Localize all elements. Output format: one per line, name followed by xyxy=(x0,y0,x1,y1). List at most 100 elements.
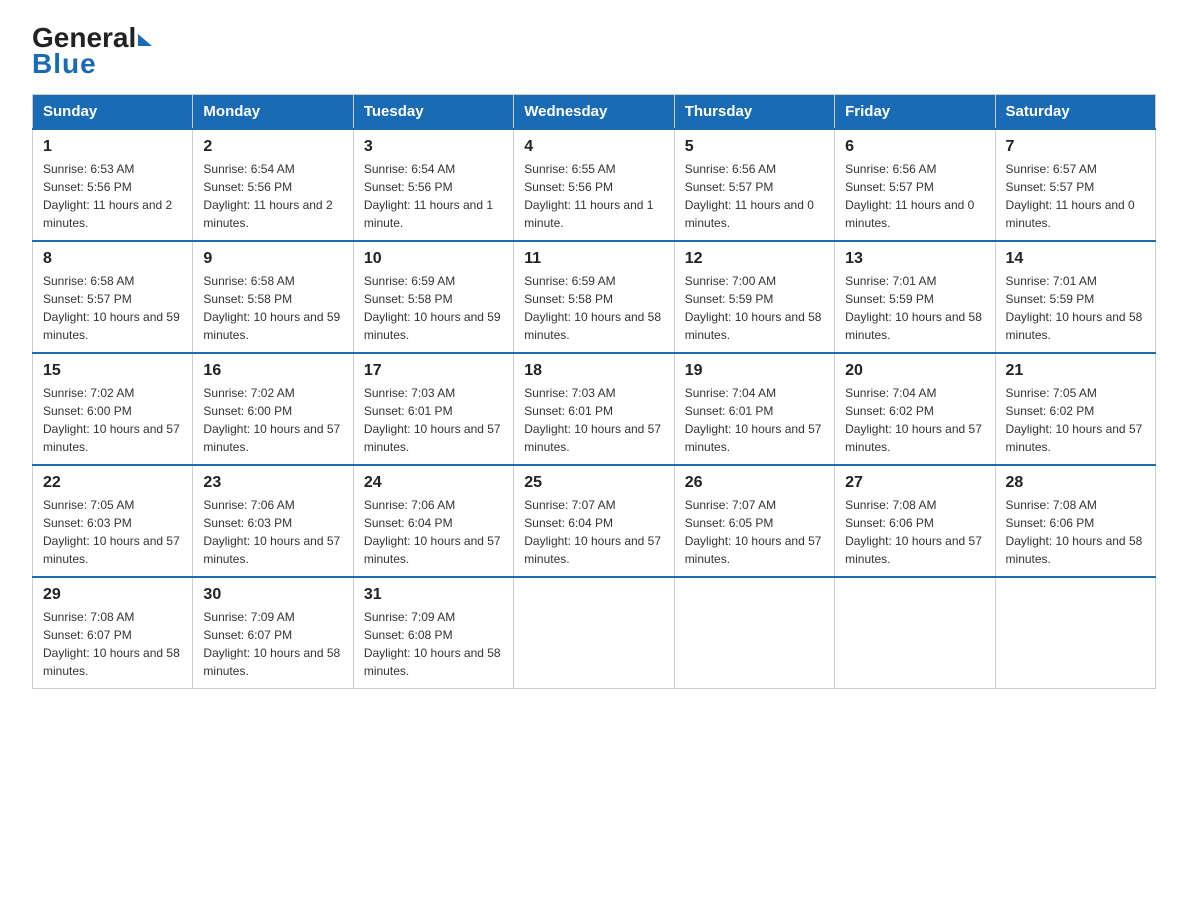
day-info: Sunrise: 7:02 AMSunset: 6:00 PMDaylight:… xyxy=(43,386,180,454)
day-info: Sunrise: 7:05 AMSunset: 6:03 PMDaylight:… xyxy=(43,498,180,566)
calendar-cell: 21 Sunrise: 7:05 AMSunset: 6:02 PMDaylig… xyxy=(995,353,1155,465)
day-number: 10 xyxy=(364,250,503,268)
day-number: 17 xyxy=(364,362,503,380)
day-number: 7 xyxy=(1006,138,1145,156)
calendar-cell: 31 Sunrise: 7:09 AMSunset: 6:08 PMDaylig… xyxy=(353,577,513,689)
calendar-cell: 6 Sunrise: 6:56 AMSunset: 5:57 PMDayligh… xyxy=(835,129,995,241)
day-info: Sunrise: 7:04 AMSunset: 6:02 PMDaylight:… xyxy=(845,386,982,454)
calendar-cell: 2 Sunrise: 6:54 AMSunset: 5:56 PMDayligh… xyxy=(193,129,353,241)
calendar-cell: 19 Sunrise: 7:04 AMSunset: 6:01 PMDaylig… xyxy=(674,353,834,465)
calendar-cell: 22 Sunrise: 7:05 AMSunset: 6:03 PMDaylig… xyxy=(33,465,193,577)
day-info: Sunrise: 7:00 AMSunset: 5:59 PMDaylight:… xyxy=(685,274,822,342)
calendar-cell: 20 Sunrise: 7:04 AMSunset: 6:02 PMDaylig… xyxy=(835,353,995,465)
calendar-cell: 14 Sunrise: 7:01 AMSunset: 5:59 PMDaylig… xyxy=(995,241,1155,353)
calendar-cell: 4 Sunrise: 6:55 AMSunset: 5:56 PMDayligh… xyxy=(514,129,674,241)
day-info: Sunrise: 6:58 AMSunset: 5:58 PMDaylight:… xyxy=(203,274,340,342)
calendar-cell: 15 Sunrise: 7:02 AMSunset: 6:00 PMDaylig… xyxy=(33,353,193,465)
calendar-cell: 18 Sunrise: 7:03 AMSunset: 6:01 PMDaylig… xyxy=(514,353,674,465)
day-number: 27 xyxy=(845,474,984,492)
day-number: 12 xyxy=(685,250,824,268)
calendar-cell: 1 Sunrise: 6:53 AMSunset: 5:56 PMDayligh… xyxy=(33,129,193,241)
column-header-saturday: Saturday xyxy=(995,95,1155,130)
header: General Blue xyxy=(32,24,1156,78)
day-info: Sunrise: 7:03 AMSunset: 6:01 PMDaylight:… xyxy=(524,386,661,454)
column-header-friday: Friday xyxy=(835,95,995,130)
calendar-cell: 13 Sunrise: 7:01 AMSunset: 5:59 PMDaylig… xyxy=(835,241,995,353)
calendar-cell xyxy=(995,577,1155,689)
day-number: 3 xyxy=(364,138,503,156)
day-number: 13 xyxy=(845,250,984,268)
day-number: 4 xyxy=(524,138,663,156)
day-info: Sunrise: 7:07 AMSunset: 6:04 PMDaylight:… xyxy=(524,498,661,566)
column-header-monday: Monday xyxy=(193,95,353,130)
day-info: Sunrise: 7:06 AMSunset: 6:03 PMDaylight:… xyxy=(203,498,340,566)
calendar-cell: 30 Sunrise: 7:09 AMSunset: 6:07 PMDaylig… xyxy=(193,577,353,689)
day-number: 18 xyxy=(524,362,663,380)
week-row-3: 15 Sunrise: 7:02 AMSunset: 6:00 PMDaylig… xyxy=(33,353,1156,465)
calendar-cell: 10 Sunrise: 6:59 AMSunset: 5:58 PMDaylig… xyxy=(353,241,513,353)
day-number: 24 xyxy=(364,474,503,492)
calendar-table: SundayMondayTuesdayWednesdayThursdayFrid… xyxy=(32,94,1156,689)
day-number: 25 xyxy=(524,474,663,492)
day-info: Sunrise: 6:56 AMSunset: 5:57 PMDaylight:… xyxy=(845,162,974,230)
day-number: 8 xyxy=(43,250,182,268)
day-info: Sunrise: 7:06 AMSunset: 6:04 PMDaylight:… xyxy=(364,498,501,566)
calendar-cell: 23 Sunrise: 7:06 AMSunset: 6:03 PMDaylig… xyxy=(193,465,353,577)
day-number: 11 xyxy=(524,250,663,268)
day-number: 31 xyxy=(364,586,503,604)
calendar-cell xyxy=(835,577,995,689)
calendar-cell xyxy=(514,577,674,689)
day-number: 6 xyxy=(845,138,984,156)
calendar-cell: 3 Sunrise: 6:54 AMSunset: 5:56 PMDayligh… xyxy=(353,129,513,241)
day-info: Sunrise: 7:04 AMSunset: 6:01 PMDaylight:… xyxy=(685,386,822,454)
day-number: 14 xyxy=(1006,250,1145,268)
day-info: Sunrise: 6:59 AMSunset: 5:58 PMDaylight:… xyxy=(524,274,661,342)
calendar-cell: 8 Sunrise: 6:58 AMSunset: 5:57 PMDayligh… xyxy=(33,241,193,353)
day-number: 30 xyxy=(203,586,342,604)
calendar-cell: 12 Sunrise: 7:00 AMSunset: 5:59 PMDaylig… xyxy=(674,241,834,353)
day-number: 26 xyxy=(685,474,824,492)
calendar-cell: 5 Sunrise: 6:56 AMSunset: 5:57 PMDayligh… xyxy=(674,129,834,241)
day-info: Sunrise: 7:09 AMSunset: 6:08 PMDaylight:… xyxy=(364,610,501,678)
day-number: 23 xyxy=(203,474,342,492)
day-info: Sunrise: 6:57 AMSunset: 5:57 PMDaylight:… xyxy=(1006,162,1135,230)
calendar-cell: 28 Sunrise: 7:08 AMSunset: 6:06 PMDaylig… xyxy=(995,465,1155,577)
week-row-1: 1 Sunrise: 6:53 AMSunset: 5:56 PMDayligh… xyxy=(33,129,1156,241)
week-row-4: 22 Sunrise: 7:05 AMSunset: 6:03 PMDaylig… xyxy=(33,465,1156,577)
day-info: Sunrise: 7:02 AMSunset: 6:00 PMDaylight:… xyxy=(203,386,340,454)
day-number: 5 xyxy=(685,138,824,156)
calendar-cell: 26 Sunrise: 7:07 AMSunset: 6:05 PMDaylig… xyxy=(674,465,834,577)
column-header-sunday: Sunday xyxy=(33,95,193,130)
day-info: Sunrise: 7:01 AMSunset: 5:59 PMDaylight:… xyxy=(1006,274,1143,342)
day-info: Sunrise: 6:54 AMSunset: 5:56 PMDaylight:… xyxy=(364,162,493,230)
logo: General Blue xyxy=(32,24,152,78)
day-info: Sunrise: 7:07 AMSunset: 6:05 PMDaylight:… xyxy=(685,498,822,566)
day-number: 22 xyxy=(43,474,182,492)
calendar-cell: 17 Sunrise: 7:03 AMSunset: 6:01 PMDaylig… xyxy=(353,353,513,465)
column-header-tuesday: Tuesday xyxy=(353,95,513,130)
day-info: Sunrise: 7:08 AMSunset: 6:06 PMDaylight:… xyxy=(845,498,982,566)
calendar-cell: 16 Sunrise: 7:02 AMSunset: 6:00 PMDaylig… xyxy=(193,353,353,465)
day-number: 9 xyxy=(203,250,342,268)
day-info: Sunrise: 6:54 AMSunset: 5:56 PMDaylight:… xyxy=(203,162,332,230)
day-number: 15 xyxy=(43,362,182,380)
logo-triangle-icon xyxy=(138,34,152,46)
calendar-cell: 29 Sunrise: 7:08 AMSunset: 6:07 PMDaylig… xyxy=(33,577,193,689)
day-number: 2 xyxy=(203,138,342,156)
calendar-cell: 9 Sunrise: 6:58 AMSunset: 5:58 PMDayligh… xyxy=(193,241,353,353)
header-row: SundayMondayTuesdayWednesdayThursdayFrid… xyxy=(33,95,1156,130)
day-info: Sunrise: 7:09 AMSunset: 6:07 PMDaylight:… xyxy=(203,610,340,678)
day-info: Sunrise: 6:58 AMSunset: 5:57 PMDaylight:… xyxy=(43,274,180,342)
day-number: 29 xyxy=(43,586,182,604)
calendar-cell: 25 Sunrise: 7:07 AMSunset: 6:04 PMDaylig… xyxy=(514,465,674,577)
day-info: Sunrise: 6:59 AMSunset: 5:58 PMDaylight:… xyxy=(364,274,501,342)
week-row-5: 29 Sunrise: 7:08 AMSunset: 6:07 PMDaylig… xyxy=(33,577,1156,689)
day-info: Sunrise: 7:03 AMSunset: 6:01 PMDaylight:… xyxy=(364,386,501,454)
day-info: Sunrise: 7:01 AMSunset: 5:59 PMDaylight:… xyxy=(845,274,982,342)
day-number: 20 xyxy=(845,362,984,380)
day-number: 28 xyxy=(1006,474,1145,492)
day-number: 19 xyxy=(685,362,824,380)
day-info: Sunrise: 6:56 AMSunset: 5:57 PMDaylight:… xyxy=(685,162,814,230)
day-number: 16 xyxy=(203,362,342,380)
column-header-wednesday: Wednesday xyxy=(514,95,674,130)
